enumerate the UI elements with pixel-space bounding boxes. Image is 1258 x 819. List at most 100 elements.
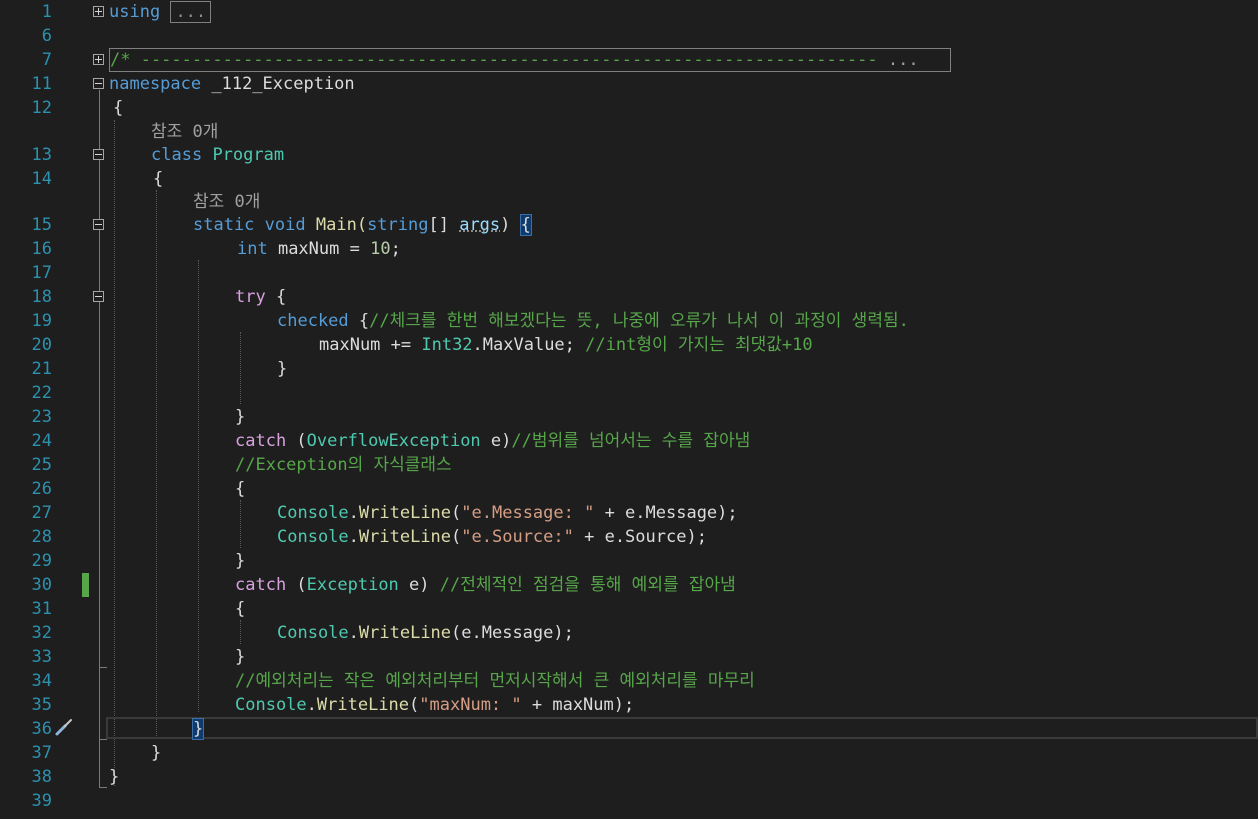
code-line-12[interactable]: { (113, 96, 123, 120)
code-line-19[interactable]: checked {//체크를 한번 해보겠다는 뜻, 나중에 오류가 나서 이 … (277, 309, 909, 333)
indent-guide (240, 500, 241, 548)
code-line-15[interactable]: static void Main(string[] args) { (193, 213, 532, 237)
code-line-32[interactable]: Console.WriteLine(e.Message); (277, 621, 574, 645)
code-editor[interactable]: 1 6 7 11 12 13 14 15 16 17 18 19 20 21 2… (0, 0, 1258, 819)
brace: { (348, 311, 370, 331)
punctuation: ( (286, 575, 307, 595)
code-line-26[interactable]: { (235, 477, 245, 501)
code-line-13[interactable]: class Program (151, 143, 284, 167)
line-number: 37 (31, 743, 52, 763)
comment: //체크를 한번 해보겠다는 뜻, 나중에 오류가 나서 이 과정이 생력됨. (369, 311, 909, 331)
outline-end (99, 787, 107, 788)
collapse-toggle[interactable] (93, 219, 104, 230)
collapsed-region[interactable]: ... (888, 50, 919, 70)
brace: } (235, 551, 246, 571)
collapse-toggle[interactable] (93, 149, 104, 160)
code-line-24[interactable]: catch (OverflowException e)//범위를 넘어서는 수를… (235, 429, 750, 453)
outline-end (99, 667, 107, 668)
line-number: 18 (31, 287, 52, 307)
expand-toggle[interactable] (93, 54, 104, 65)
code-line-11[interactable]: namespace _112_Exception (109, 72, 355, 96)
keyword: using (109, 2, 161, 22)
expand-toggle[interactable] (93, 6, 104, 17)
collapsed-region[interactable]: ... (170, 1, 212, 23)
type-name: Console (277, 503, 349, 523)
code-line-7[interactable]: /* -------------------------------------… (109, 48, 951, 72)
string-literal: "e.Message: " (461, 503, 595, 523)
punctuation: ( (451, 527, 462, 547)
type-name: Exception (306, 575, 399, 595)
keyword: void (264, 215, 306, 235)
code-line-38[interactable]: } (109, 765, 119, 789)
code-text: .MaxValue; (472, 335, 586, 355)
keyword: checked (277, 311, 349, 331)
line-number: 29 (31, 551, 52, 571)
line-number: 34 (31, 671, 52, 691)
collapse-toggle[interactable] (93, 291, 104, 302)
line-number: 13 (31, 145, 52, 165)
punctuation: ( (409, 695, 420, 715)
brace: { (235, 479, 246, 499)
brace: { (265, 287, 287, 307)
comment: //int형이 가지는 최댓값+10 (585, 335, 813, 355)
punctuation: ( (286, 431, 307, 451)
change-indicator (82, 573, 89, 597)
code-line-35[interactable]: Console.WriteLine("maxNum: " + maxNum); (235, 693, 634, 717)
code-lens-references[interactable]: 참조 0개 (151, 120, 218, 144)
code-line-20[interactable]: maxNum += Int32.MaxValue; //int형이 가지는 최댓… (319, 333, 813, 357)
code-line-23[interactable]: } (235, 405, 245, 429)
line-number: 38 (31, 767, 52, 787)
code-text: e) (398, 575, 440, 595)
keyword: namespace (109, 74, 202, 94)
string-literal: "e.Source:" (461, 527, 574, 547)
punctuation: . (306, 695, 317, 715)
code-line-16[interactable]: int maxNum = 10; (237, 237, 401, 261)
line-number: 28 (31, 527, 52, 547)
line-number: 36 (31, 719, 52, 739)
code-line-34[interactable]: //예외처리는 작은 예외처리부터 먼저시작해서 큰 예외처리를 마무리 (235, 669, 755, 693)
code-line-37[interactable]: } (151, 741, 161, 765)
comment: //Exception의 자식클래스 (235, 455, 452, 475)
line-number: 6 (41, 26, 52, 46)
line-number: 12 (31, 98, 52, 118)
keyword: try (235, 287, 266, 307)
indent-guide (198, 260, 199, 712)
brace-highlight: { (519, 214, 532, 236)
type-name: Console (277, 623, 349, 643)
line-number: 26 (31, 479, 52, 499)
comment: //전체적인 점검을 통해 예외를 잡아냄 (439, 575, 736, 595)
indent-guide (240, 620, 241, 644)
brace: { (153, 169, 164, 189)
keyword: catch (235, 575, 287, 595)
code-text: + e.Source); (573, 527, 707, 547)
method-name: WriteLine (358, 527, 452, 547)
punctuation: ) (500, 215, 521, 235)
code-line-31[interactable]: { (235, 597, 245, 621)
brace: } (151, 743, 162, 763)
code-text: + e.Message); (594, 503, 738, 523)
line-number: 21 (31, 359, 52, 379)
brace: } (235, 407, 246, 427)
screwdriver-icon[interactable] (52, 716, 76, 740)
comment: //범위를 넘어서는 수를 잡아냄 (511, 431, 751, 451)
code-line-1[interactable]: using ... (109, 0, 212, 24)
code-line-21[interactable]: } (277, 357, 287, 381)
code-line-14[interactable]: { (153, 167, 163, 191)
brace: } (109, 767, 120, 787)
code-lens-references[interactable]: 참조 0개 (193, 190, 260, 214)
code-text: maxNum = (267, 239, 371, 259)
number-literal: 10 (370, 239, 391, 259)
code-line-36[interactable]: } (191, 717, 205, 741)
code-line-25[interactable]: //Exception의 자식클래스 (235, 453, 452, 477)
line-number: 11 (31, 74, 52, 94)
code-line-33[interactable]: } (235, 645, 245, 669)
code-line-29[interactable]: } (235, 549, 245, 573)
method-name: WriteLine (358, 503, 452, 523)
code-line-28[interactable]: Console.WriteLine("e.Source:" + e.Source… (277, 525, 707, 549)
code-line-18[interactable]: try { (235, 285, 286, 309)
collapse-toggle[interactable] (93, 78, 104, 89)
keyword: int (237, 239, 268, 259)
keyword: class (151, 145, 203, 165)
code-line-27[interactable]: Console.WriteLine("e.Message: " + e.Mess… (277, 501, 738, 525)
code-line-30[interactable]: catch (Exception e) //전체적인 점검을 통해 예외를 잡아… (235, 573, 736, 597)
